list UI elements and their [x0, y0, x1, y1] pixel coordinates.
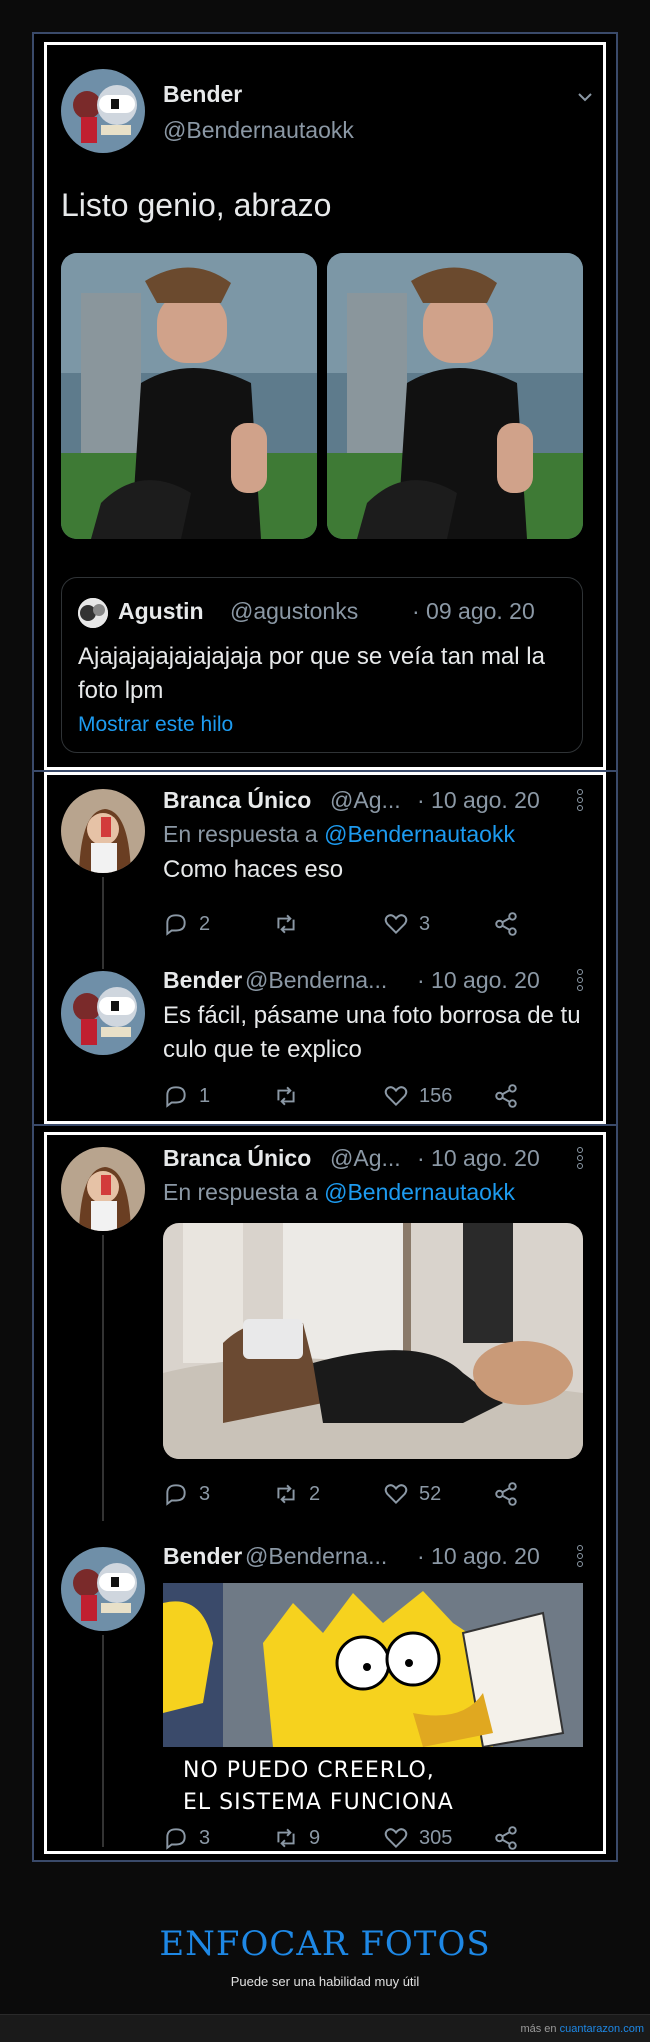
show-thread-link[interactable]: Mostrar este hilo: [78, 708, 233, 742]
share-button[interactable]: [493, 1823, 529, 1853]
reply-thread: Branca Único @Ag... · 10 ago. 20 En resp…: [44, 1132, 606, 1854]
more-vertical-icon[interactable]: [575, 1545, 585, 1569]
like-button[interactable]: 156: [383, 1081, 452, 1111]
quote-author-name: Agustin: [118, 598, 204, 624]
site-credit: más en cuantarazon.com: [0, 2014, 650, 2042]
thread-line: [102, 1235, 104, 1521]
retweet-button[interactable]: [273, 909, 309, 939]
reply-author-name[interactable]: Bender: [163, 967, 242, 994]
site-link[interactable]: cuantarazon.com: [560, 2023, 644, 2035]
meme-caption: NO PUEDO CREERLO, EL SISTEMA FUNCIONA: [163, 1747, 583, 1823]
like-icon: [384, 1484, 408, 1505]
screenshot-frame-3: Branca Único @Ag... · 10 ago. 20 En resp…: [32, 1124, 618, 1862]
tweet-card: Bender @Bendernautaokk Listo genio, abra…: [44, 42, 606, 770]
meme-canvas: Bender @Bendernautaokk Listo genio, abra…: [0, 0, 650, 2042]
reply-context: En respuesta a @Bendernautaokk: [163, 821, 515, 847]
retweet-button[interactable]: 2: [273, 1479, 320, 1509]
retweet-button[interactable]: 9: [273, 1823, 320, 1853]
quote-text: Ajajajajajajajajaja por que se veía tan …: [78, 643, 545, 704]
thread-line: [102, 1635, 104, 1847]
meme-image[interactable]: NO PUEDO CREERLO, EL SISTEMA FUNCIONA: [163, 1583, 583, 1823]
reply-author-name[interactable]: Branca Único: [163, 1145, 311, 1172]
reply-date[interactable]: · 10 ago. 20: [417, 1145, 540, 1172]
reply-author-name[interactable]: Bender: [163, 1543, 242, 1570]
share-button[interactable]: [493, 1081, 529, 1111]
reply-button[interactable]: 3: [163, 1823, 210, 1853]
thread-line: [102, 877, 104, 969]
reply-date[interactable]: · 10 ago. 20: [417, 787, 540, 814]
more-vertical-icon[interactable]: [575, 969, 585, 993]
quote-avatar: [78, 598, 108, 628]
reply-button[interactable]: 2: [163, 909, 210, 939]
reply-thread: Branca Único @Ag... · 10 ago. 20 En resp…: [44, 772, 606, 1124]
reply-text: Como haces eso: [163, 856, 344, 883]
share-button[interactable]: [493, 909, 529, 939]
share-button[interactable]: [493, 1479, 529, 1509]
meme-caption-line-2: EL SISTEMA FUNCIONA: [183, 1790, 454, 1815]
bender-avatar[interactable]: [61, 971, 145, 1055]
tweet-actions: 1 156: [163, 1081, 523, 1111]
reply-button[interactable]: 1: [163, 1081, 210, 1111]
reply-author-handle[interactable]: @Ag...: [330, 787, 401, 814]
reply-text: Es fácil, pásame una foto borrosa de tu …: [163, 1002, 581, 1063]
reply-to-link[interactable]: @Bendernautaokk: [324, 821, 515, 847]
reply-icon: [166, 1828, 186, 1850]
author-handle[interactable]: @Bendernautaokk: [163, 117, 354, 144]
reply-icon: [166, 1086, 186, 1108]
tweet-actions: 2 3: [163, 909, 523, 939]
reply-context: En respuesta a @Bendernautaokk: [163, 1179, 515, 1205]
retweet-icon: [277, 1484, 295, 1504]
quote-author-handle: @agustonks: [230, 598, 359, 624]
reply-author-handle[interactable]: @Ag...: [330, 1145, 401, 1172]
branca-avatar[interactable]: [61, 789, 145, 873]
share-icon: [495, 1826, 517, 1850]
retweet-button[interactable]: [273, 1081, 309, 1111]
reply-photo[interactable]: [163, 1223, 583, 1459]
chevron-down-icon[interactable]: [575, 87, 595, 107]
tweet-text: Listo genio, abrazo: [61, 187, 332, 223]
retweet-icon: [277, 1828, 295, 1848]
reply-author-name[interactable]: Branca Único: [163, 787, 311, 814]
branca-avatar[interactable]: [61, 1147, 145, 1231]
quoted-tweet[interactable]: Agustin @agustonks · 09 ago. 20 Ajajajaj…: [61, 577, 583, 753]
reply-to-link[interactable]: @Bendernautaokk: [324, 1179, 515, 1205]
tweet-actions: 3 2 52: [163, 1479, 523, 1509]
retweet-icon: [277, 914, 295, 934]
bender-avatar[interactable]: [61, 1547, 145, 1631]
meme-subtitle: Puede ser una habilidad muy útil: [230, 1974, 420, 1989]
like-button[interactable]: 52: [383, 1479, 441, 1509]
reply-author-handle[interactable]: @Benderna...: [245, 967, 387, 994]
reply-author-handle[interactable]: @Benderna...: [245, 1543, 387, 1570]
tweet-actions: 3 9 305: [163, 1823, 523, 1853]
reply-button[interactable]: 3: [163, 1479, 210, 1509]
share-icon: [495, 912, 517, 936]
screenshot-frame-2: Branca Único @Ag... · 10 ago. 20 En resp…: [32, 770, 618, 1130]
like-button[interactable]: 3: [383, 909, 430, 939]
meme-title: ENFOCAR FOTOS: [159, 1924, 491, 1964]
reply-date[interactable]: · 10 ago. 20: [417, 1543, 540, 1570]
more-vertical-icon[interactable]: [575, 789, 585, 813]
like-button[interactable]: 305: [383, 1823, 452, 1853]
screenshot-frame-1: Bender @Bendernautaokk Listo genio, abra…: [32, 32, 618, 778]
author-name[interactable]: Bender: [163, 81, 242, 108]
reply-date[interactable]: · 10 ago. 20: [417, 967, 540, 994]
like-icon: [384, 1828, 408, 1849]
like-icon: [384, 1086, 408, 1107]
bender-avatar[interactable]: [61, 69, 145, 153]
quote-date: · 09 ago. 20: [412, 598, 535, 624]
tweet-photo-right[interactable]: [327, 253, 583, 539]
reply-icon: [166, 914, 186, 936]
reply-icon: [166, 1484, 186, 1506]
more-vertical-icon[interactable]: [575, 1147, 585, 1171]
lisa-illustration: [163, 1583, 583, 1749]
tweet-photo-left[interactable]: [61, 253, 317, 539]
meme-caption-line-1: NO PUEDO CREERLO,: [183, 1758, 435, 1783]
share-icon: [495, 1482, 517, 1506]
retweet-icon: [277, 1086, 295, 1106]
share-icon: [495, 1084, 517, 1108]
like-icon: [384, 914, 408, 935]
